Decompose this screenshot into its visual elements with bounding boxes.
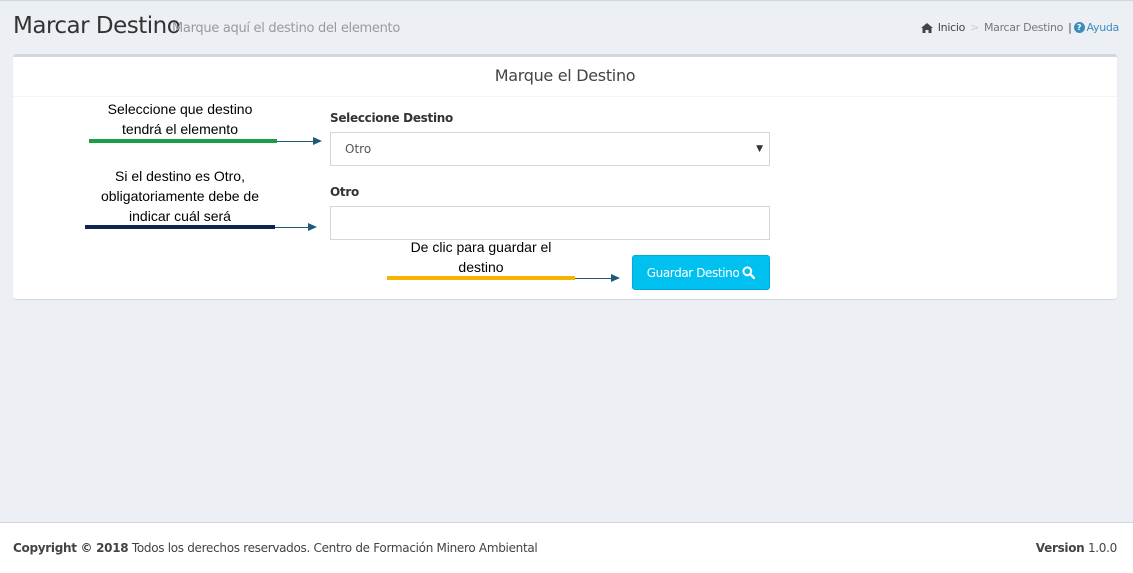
- destination-select-value: Otro: [345, 142, 372, 156]
- annotation-submit-arrow-line: [575, 278, 611, 279]
- breadcrumb-separator: >: [970, 21, 979, 34]
- footer-copyright-text: Todos los derechos reservados. Centro de…: [131, 541, 538, 555]
- annotation-other-arrow-icon: [308, 223, 317, 231]
- question-circle-icon: ?: [1073, 22, 1085, 33]
- annotation-select-text: Seleccione que destino tendrá el element…: [90, 99, 270, 139]
- breadcrumb-divider: |: [1068, 21, 1072, 34]
- annotation-select-arrow-line: [277, 141, 313, 142]
- destination-select[interactable]: Otro ▼: [330, 132, 770, 166]
- annotation-other-arrow-line: [275, 227, 308, 228]
- footer-version: Version 1.0.0: [1035, 541, 1118, 555]
- footer: Copyright © 2018 Todos los derechos rese…: [0, 522, 1133, 573]
- save-destination-button[interactable]: Guardar Destino: [632, 255, 770, 290]
- other-label: Otro: [330, 185, 359, 199]
- page-title: Marcar Destino: [13, 13, 181, 39]
- annotation-submit-text: De clic para guardar el destino: [390, 237, 572, 277]
- annotation-other-line1: Si el destino es Otro,: [115, 168, 245, 184]
- annotation-select-line1: Seleccione que destino: [107, 101, 253, 117]
- select-destination-label: Seleccione Destino: [330, 111, 453, 125]
- annotation-select-underline: [89, 139, 277, 143]
- search-icon: [742, 266, 756, 279]
- top-border: [0, 0, 1133, 1]
- breadcrumb-current: Marcar Destino: [983, 21, 1064, 34]
- footer-version-value: 1.0.0: [1087, 541, 1117, 555]
- content-header: Marcar Destino Marque aquí el destino de…: [13, 10, 1119, 44]
- save-destination-button-label: Guardar Destino: [646, 265, 740, 280]
- annotation-submit-underline: [387, 276, 575, 280]
- annotation-submit-arrow-icon: [611, 274, 620, 282]
- annotation-other-line3: indicar cuál será: [129, 208, 231, 224]
- annotation-submit-line1: De clic para guardar el: [410, 239, 552, 255]
- help-label: Ayuda: [1086, 21, 1120, 34]
- breadcrumb-home-link[interactable]: Inicio: [938, 21, 966, 34]
- footer-copyright: Copyright © 2018 Todos los derechos rese…: [13, 541, 538, 555]
- page-subtitle: Marque aquí el destino del elemento: [172, 21, 400, 36]
- annotation-other-line2: obligatoriamente debe de: [100, 188, 259, 204]
- box-title: Marque el Destino: [13, 57, 1117, 97]
- help-link[interactable]: ? Ayuda: [1073, 21, 1120, 34]
- caret-down-icon: ▼: [756, 144, 763, 154]
- annotation-other-underline: [85, 225, 275, 229]
- footer-version-label: Version: [1035, 541, 1085, 555]
- annotation-select-line2: tendrá el elemento: [122, 121, 238, 137]
- annotation-select-arrow-icon: [313, 137, 322, 145]
- breadcrumb: Inicio > Marcar Destino | ? Ayuda: [920, 21, 1120, 34]
- annotation-other-text: Si el destino es Otro, obligatoriamente …: [80, 166, 280, 226]
- other-input[interactable]: [330, 206, 770, 240]
- footer-copyright-bold: Copyright © 2018: [13, 541, 129, 555]
- home-icon: [920, 22, 933, 33]
- annotation-submit-line2: destino: [458, 259, 504, 275]
